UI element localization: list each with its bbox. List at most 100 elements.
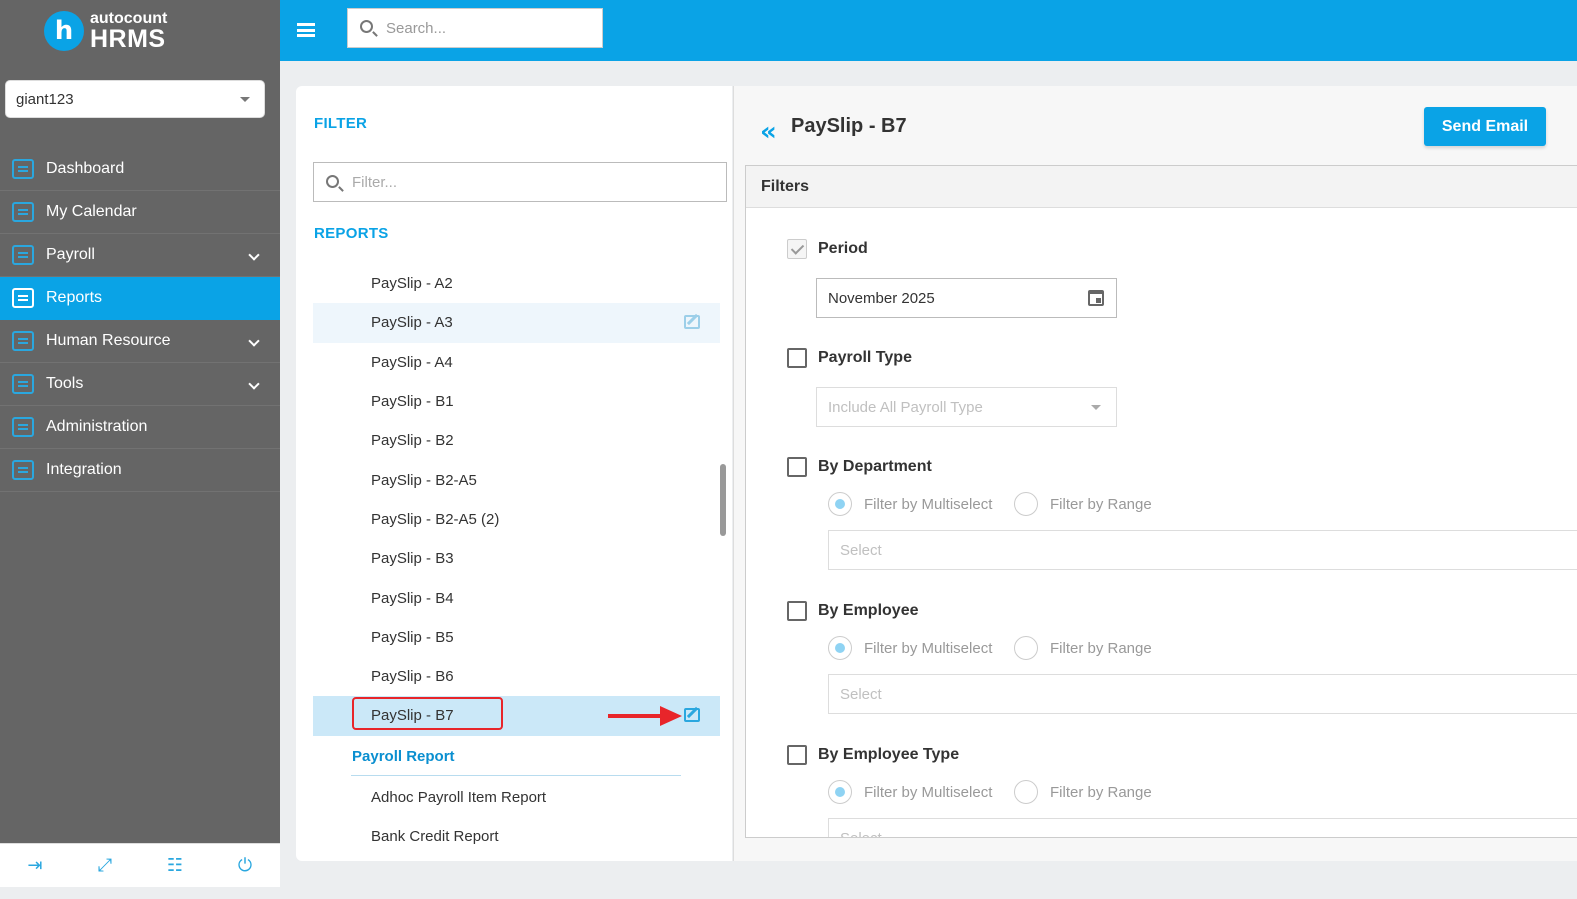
app-logo[interactable]: h autocount HRMS — [44, 10, 167, 52]
fullscreen-icon[interactable]: ⤢ — [95, 855, 115, 876]
logout-icon[interactable]: ⇥ — [25, 855, 45, 876]
filters-header: Filters — [746, 166, 1577, 208]
radio-label: Filter by Multiselect — [864, 784, 993, 801]
sidebar-item-administration[interactable]: Administration — [0, 406, 280, 449]
report-label: PaySlip - A2 — [371, 275, 453, 293]
administration-icon — [12, 417, 34, 437]
report-label: PaySlip - A4 — [371, 353, 453, 371]
chevron-down-icon — [248, 335, 260, 347]
filters-section: Filters Period November 2025 Payroll Typ… — [745, 165, 1577, 838]
translate-icon[interactable]: ☷ — [165, 855, 185, 876]
report-detail-panel: « PaySlip - B7 Send Email Filters Period… — [733, 86, 1577, 861]
edit-icon[interactable] — [684, 708, 700, 723]
period-checkbox[interactable] — [787, 239, 807, 259]
search-icon — [326, 175, 339, 188]
select-placeholder: Select — [840, 685, 882, 703]
by-department-checkbox[interactable] — [787, 457, 807, 477]
search-input[interactable]: Search... — [347, 8, 603, 48]
top-bar: Search... — [280, 0, 1577, 61]
double-chevron-left-icon[interactable]: « — [760, 119, 777, 145]
list-item[interactable]: PaySlip - A3 — [313, 303, 720, 343]
report-group-header[interactable]: Payroll Report — [313, 736, 720, 778]
chevron-down-icon — [240, 97, 250, 102]
list-item[interactable]: PaySlip - B4 — [313, 578, 720, 617]
send-email-button[interactable]: Send Email — [1424, 107, 1546, 146]
sidebar-item-integration[interactable]: Integration — [0, 449, 280, 492]
annotation-arrow-icon — [608, 706, 682, 726]
scrollbar[interactable] — [720, 464, 726, 536]
sidebar-item-label: Payroll — [46, 246, 95, 263]
sidebar-item-human-resource[interactable]: Human Resource — [0, 320, 280, 363]
chevron-down-icon — [248, 378, 260, 390]
menu-icon[interactable] — [297, 23, 315, 37]
chevron-down-icon — [1091, 405, 1101, 410]
employee-type-select[interactable]: Select — [828, 818, 1577, 837]
sidebar-item-reports[interactable]: Reports — [0, 277, 280, 320]
report-label: PaySlip - B6 — [371, 668, 454, 686]
select-placeholder: Select — [840, 541, 882, 559]
calendar-icon — [12, 202, 34, 222]
report-list: PaySlip - A2 PaySlip - A3 PaySlip - A4 P… — [313, 264, 720, 856]
sidebar-item-my-calendar[interactable]: My Calendar — [0, 191, 280, 234]
employee-multiselect-radio[interactable] — [828, 636, 852, 660]
list-item[interactable]: PaySlip - B2-A5 — [313, 460, 720, 499]
by-employee-checkbox[interactable] — [787, 601, 807, 621]
list-item[interactable]: PaySlip - B5 — [313, 618, 720, 657]
sidebar-item-label: Tools — [46, 375, 84, 392]
human-resource-icon — [12, 331, 34, 351]
list-item[interactable]: PaySlip - A2 — [313, 264, 720, 303]
report-filter-panel: FILTER Filter... REPORTS PaySlip - A2 Pa… — [296, 86, 732, 861]
logo-badge: h — [44, 11, 84, 51]
department-range-radio[interactable] — [1014, 492, 1038, 516]
by-employee-type-checkbox[interactable] — [787, 745, 807, 765]
payroll-type-placeholder: Include All Payroll Type — [828, 398, 983, 416]
list-item[interactable]: PaySlip - B2-A5 (2) — [313, 500, 720, 539]
report-label: PaySlip - B3 — [371, 550, 454, 568]
power-icon[interactable]: ⏻ — [235, 855, 255, 876]
sidebar-item-label: Integration — [46, 461, 122, 478]
sidebar-item-dashboard[interactable]: Dashboard — [0, 148, 280, 191]
reports-icon — [12, 288, 34, 308]
payroll-type-select[interactable]: Include All Payroll Type — [816, 387, 1117, 427]
employee-range-radio[interactable] — [1014, 636, 1038, 660]
list-item[interactable]: PaySlip - A4 — [313, 343, 720, 382]
report-label: PaySlip - B2-A5 (2) — [371, 510, 500, 528]
list-item[interactable]: PaySlip - B2 — [313, 421, 720, 460]
sidebar-item-tools[interactable]: Tools — [0, 363, 280, 406]
employee-select[interactable]: Select — [828, 674, 1577, 714]
list-item[interactable]: PaySlip - B6 — [313, 657, 720, 696]
list-item[interactable]: PaySlip - B3 — [313, 539, 720, 578]
period-date-field[interactable]: November 2025 — [816, 278, 1117, 318]
report-filter-input[interactable]: Filter... — [313, 162, 727, 202]
radio-label: Filter by Range — [1050, 496, 1152, 513]
employee-type-range-radio[interactable] — [1014, 780, 1038, 804]
radio-label: Filter by Range — [1050, 640, 1152, 657]
payroll-type-label: Payroll Type — [818, 349, 912, 366]
edit-icon[interactable] — [684, 315, 700, 330]
by-employee-label: By Employee — [818, 602, 919, 619]
chevron-down-icon — [248, 249, 260, 261]
sidebar-item-label: My Calendar — [46, 203, 137, 220]
report-label: PaySlip - B4 — [371, 589, 454, 607]
report-label: PaySlip - B1 — [371, 393, 454, 411]
sidebar-item-label: Dashboard — [46, 160, 125, 177]
radio-label: Filter by Multiselect — [864, 496, 993, 513]
list-item[interactable]: Adhoc Payroll Item Report — [313, 778, 720, 817]
department-select[interactable]: Select — [828, 530, 1577, 570]
search-placeholder: Search... — [386, 19, 447, 37]
calendar-icon[interactable] — [1088, 290, 1104, 306]
by-employee-type-label: By Employee Type — [818, 746, 960, 763]
list-item[interactable]: PaySlip - B1 — [313, 382, 720, 421]
report-label: PaySlip - A3 — [371, 314, 453, 332]
report-label: PaySlip - B2 — [371, 432, 454, 450]
sidebar-item-label: Reports — [46, 289, 103, 306]
company-select[interactable]: giant123 — [5, 80, 265, 118]
sidebar-item-payroll[interactable]: Payroll — [0, 234, 280, 277]
sidebar-item-label: Administration — [46, 418, 148, 435]
department-multiselect-radio[interactable] — [828, 492, 852, 516]
payroll-type-checkbox[interactable] — [787, 348, 807, 368]
report-label: Bank Credit Report — [371, 828, 499, 845]
filter-placeholder: Filter... — [352, 173, 398, 191]
list-item[interactable]: Bank Credit Report — [313, 817, 720, 856]
employee-type-multiselect-radio[interactable] — [828, 780, 852, 804]
